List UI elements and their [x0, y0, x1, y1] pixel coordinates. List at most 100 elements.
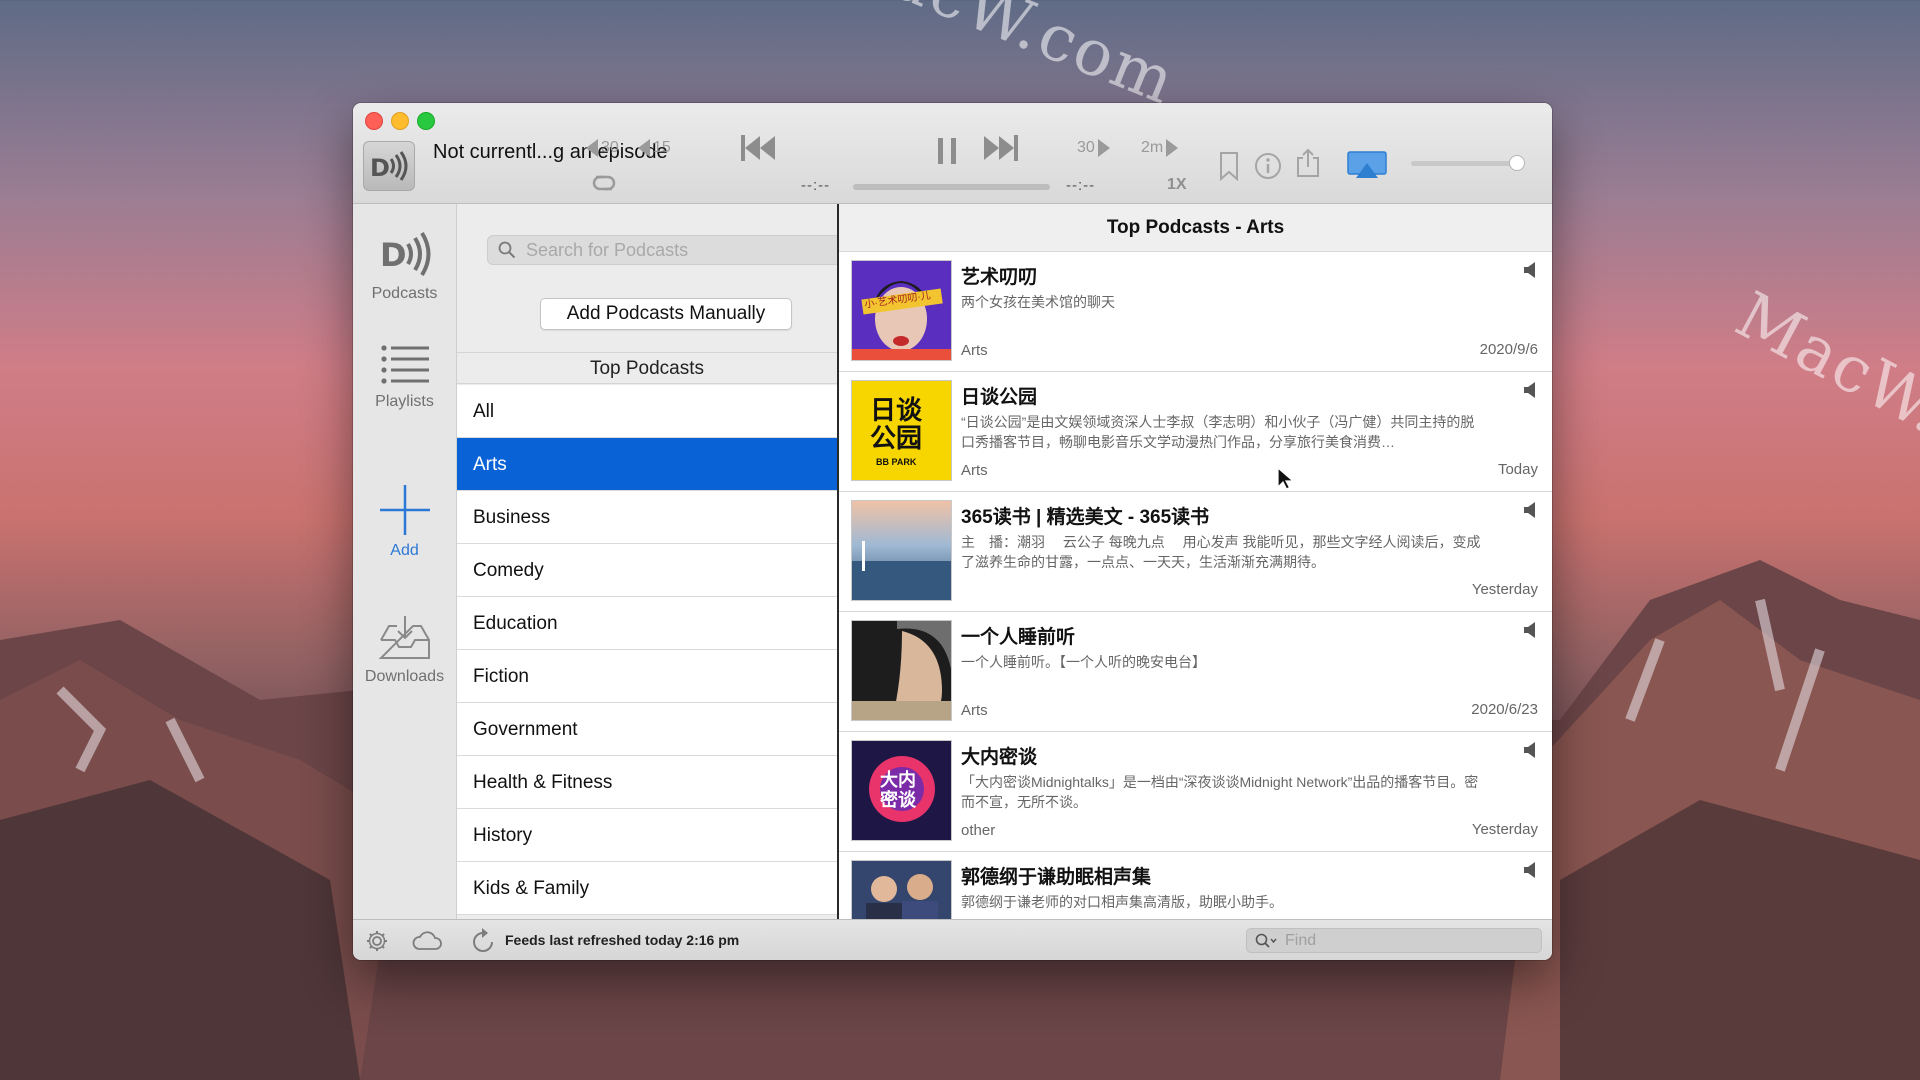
sidebar-item-label: Podcasts: [371, 285, 438, 302]
podcast-row[interactable]: 一个人睡前听 一个人睡前听。【一个人听的晚安电台】 Arts 2020/6/23: [839, 612, 1552, 732]
podcast-list-pane: Top Podcasts - Arts 小·艺术叨叨·儿 艺术叨叨 两个女孩在美…: [839, 204, 1552, 919]
skip-back-30-button[interactable]: 30: [586, 139, 619, 157]
bookmark-icon[interactable]: [1219, 151, 1239, 181]
category-item-all[interactable]: All: [457, 385, 837, 438]
gear-icon[interactable]: [365, 929, 389, 953]
sidebar-item-podcasts[interactable]: D Podcasts: [353, 229, 456, 303]
podcast-category: Arts: [961, 702, 988, 719]
podcast-title: 大内密谈: [961, 747, 1038, 768]
skip-forward-30-button[interactable]: 30: [1077, 139, 1110, 157]
podcast-row[interactable]: 日谈 公园 BB PARK 日谈公园 “日谈公园”是由文娱领域资深人士李叔（李志…: [839, 372, 1552, 492]
next-icon: [984, 136, 999, 160]
podcast-row[interactable]: 大内 密谈 大内密谈 「大内密谈Midnightalks」是一档由“深夜谈谈Mi…: [839, 732, 1552, 852]
cloud-icon[interactable]: [412, 931, 444, 951]
speaker-icon[interactable]: [1524, 502, 1538, 518]
repeat-icon: [592, 175, 616, 191]
speaker-icon[interactable]: [1524, 262, 1538, 278]
skip-back-30-label: 30: [601, 139, 619, 156]
category-item-health-fitness[interactable]: Health & Fitness: [457, 756, 837, 809]
category-item-education[interactable]: Education: [457, 597, 837, 650]
sidebar-item-add[interactable]: Add: [353, 484, 456, 560]
skip-forward-2m-button[interactable]: 2m: [1141, 139, 1179, 157]
sidebar: D Podcasts Playlists Add Downloads: [353, 204, 457, 919]
find-field[interactable]: [1246, 928, 1542, 953]
skip-forward-2m-label: 2m: [1141, 139, 1164, 156]
podcast-date: 2020/6/23: [1471, 701, 1538, 718]
sidebar-item-label: Playlists: [375, 393, 434, 410]
category-item-government[interactable]: Government: [457, 703, 837, 756]
zoom-window-button[interactable]: [417, 112, 435, 130]
download-tray-icon: [378, 616, 430, 659]
category-item-fiction[interactable]: Fiction: [457, 650, 837, 703]
minimize-window-button[interactable]: [391, 112, 409, 130]
share-icon[interactable]: [1295, 147, 1321, 179]
category-item-history[interactable]: History: [457, 809, 837, 862]
podcast-row[interactable]: 365读书 | 精选美文 - 365读书 主 播：潮羽 云公子 每晚九点 用心发…: [839, 492, 1552, 612]
refresh-icon[interactable]: [471, 928, 495, 954]
app-window: D Not currentl...g an episode 30 15 --:-…: [353, 103, 1552, 960]
podcast-artwork: [851, 500, 952, 601]
podcast-date: Yesterday: [1471, 821, 1538, 838]
podcast-description: “日谈公园”是由文娱领域资深人士李叔（李志明）和小伙子（冯广健）共同主持的脱口秀…: [961, 414, 1475, 450]
podcast-row[interactable]: 郭德纲于谦助眠相声集 郭德纲于谦老师的对口相声集高清版，助眠小助手。: [839, 852, 1552, 919]
sidebar-item-downloads[interactable]: Downloads: [353, 614, 456, 686]
playback-speed-button[interactable]: 1X: [1167, 176, 1187, 194]
podcast-row[interactable]: 小·艺术叨叨·儿 艺术叨叨 两个女孩在美术馆的聊天 Arts 2020/9/6: [839, 252, 1552, 372]
info-icon[interactable]: [1253, 151, 1283, 181]
now-playing-title: Not currentl...g an episode: [433, 141, 668, 163]
sidebar-item-playlists[interactable]: Playlists: [353, 343, 456, 411]
previous-episode-button[interactable]: [741, 135, 775, 161]
category-list: All Arts Business Comedy Education Ficti…: [457, 385, 837, 915]
artwork-text: 公园: [870, 424, 923, 454]
elapsed-time: --:--: [801, 177, 831, 194]
sidebar-item-label: Add: [390, 542, 419, 559]
volume-knob[interactable]: [1509, 155, 1525, 171]
airplay-icon[interactable]: [1347, 151, 1387, 181]
podcast-category: Arts: [961, 462, 988, 479]
rewind-icon: [586, 139, 598, 157]
repeat-button[interactable]: [590, 173, 618, 193]
pause-icon: [938, 138, 943, 164]
podcast-artwork: [851, 620, 952, 721]
podcast-list-header: Top Podcasts - Arts: [839, 204, 1552, 252]
pause-button[interactable]: [938, 138, 956, 164]
close-window-button[interactable]: [365, 112, 383, 130]
skip-back-15-label: 15: [653, 139, 671, 156]
podcast-artwork: 小·艺术叨叨·儿: [851, 260, 952, 361]
category-item-comedy[interactable]: Comedy: [457, 544, 837, 597]
speaker-icon[interactable]: [1524, 622, 1538, 638]
app-logo-icon: D: [363, 141, 415, 191]
podcast-description: 「大内密谈Midnightalks」是一档由“深夜谈谈Midnight Netw…: [961, 774, 1479, 810]
podcast-description: 郭德纲于谦老师的对口相声集高清版，助眠小助手。: [961, 894, 1283, 910]
podcast-date: Today: [1497, 461, 1538, 478]
top-podcasts-header: Top Podcasts: [457, 352, 837, 384]
fast-forward-icon: [1166, 139, 1179, 157]
podcast-title: 艺术叨叨: [961, 267, 1038, 288]
podcast-date: Yesterday: [1471, 581, 1538, 598]
sidebar-item-label: Downloads: [364, 668, 445, 685]
find-input[interactable]: [1283, 930, 1507, 951]
skip-back-15-button[interactable]: 15: [638, 139, 671, 157]
speaker-icon[interactable]: [1524, 382, 1538, 398]
player-toolbar: D Not currentl...g an episode 30 15 --:-…: [353, 103, 1552, 204]
plus-icon: [379, 485, 430, 535]
playback-progress-bar[interactable]: [853, 184, 1050, 190]
remaining-time: --:--: [1066, 177, 1096, 194]
speaker-icon[interactable]: [1524, 862, 1538, 878]
volume-slider[interactable]: [1411, 161, 1519, 166]
category-item-kids-family[interactable]: Kids & Family: [457, 862, 837, 915]
podcast-search-field[interactable]: [487, 235, 837, 265]
podcast-search-input[interactable]: [524, 238, 828, 262]
add-podcasts-manually-button[interactable]: Add Podcasts Manually: [540, 298, 792, 330]
podcast-description: 主 播：潮羽 云公子 每晚九点 用心发声 我能听见，那些文字经人阅读后，变成了滋…: [961, 534, 1481, 570]
next-episode-button[interactable]: [984, 135, 1018, 161]
category-item-business[interactable]: Business: [457, 491, 837, 544]
podcast-artwork: 日谈 公园 BB PARK: [851, 380, 952, 481]
rewind-icon: [638, 139, 650, 157]
speaker-icon[interactable]: [1524, 742, 1538, 758]
podcast-title: 一个人睡前听: [961, 627, 1076, 648]
category-item-arts[interactable]: Arts: [457, 438, 837, 491]
category-pane: Add Podcasts Manually Top Podcasts All A…: [457, 204, 839, 919]
podcast-title: 365读书 | 精选美文 - 365读书: [961, 507, 1210, 528]
artwork-text: BB PARK: [876, 457, 917, 467]
